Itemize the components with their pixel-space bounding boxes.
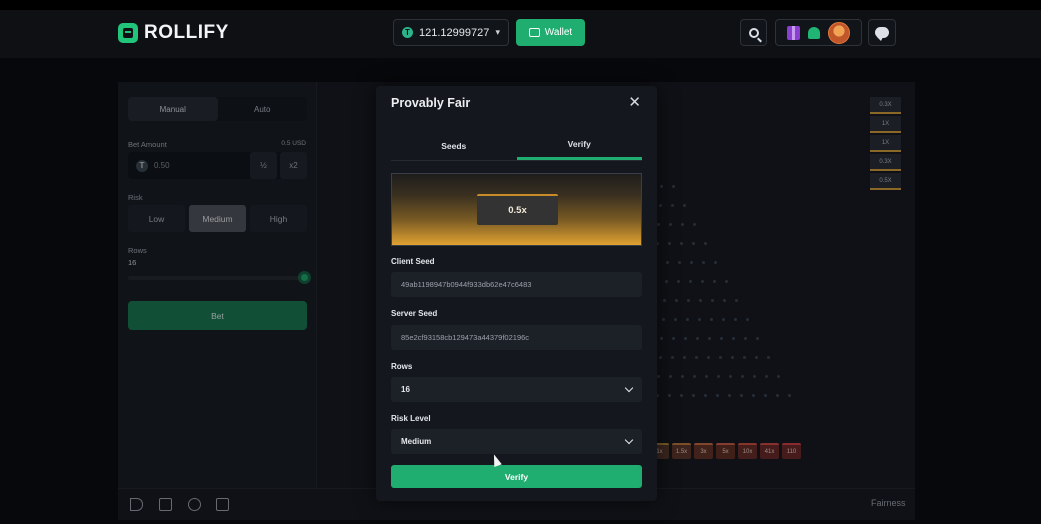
chat-icon xyxy=(875,27,889,41)
avatar[interactable] xyxy=(828,21,850,44)
chevron-down-icon: ▾ xyxy=(495,27,500,37)
chevron-down-icon xyxy=(624,435,634,445)
provably-fair-modal: Provably Fair ✕ Seeds Verify 0.5x Client… xyxy=(376,86,657,501)
chat-button[interactable] xyxy=(868,19,896,46)
logo-icon xyxy=(118,23,138,43)
rows-select-label: Rows xyxy=(391,362,413,371)
tab-seeds[interactable]: Seeds xyxy=(391,131,517,160)
search-button[interactable] xyxy=(740,19,767,46)
server-seed-label: Server Seed xyxy=(391,309,438,318)
tether-coin-icon: T xyxy=(402,27,413,38)
window-top-strip xyxy=(0,0,1041,10)
gift-icon[interactable] xyxy=(787,25,800,40)
search-icon xyxy=(748,27,759,38)
chevron-down-icon xyxy=(624,383,634,393)
user-actions-group xyxy=(775,19,862,46)
result-preview: 0.5x xyxy=(391,173,642,246)
risk-level-value: Medium xyxy=(401,437,432,446)
wallet-label: Wallet xyxy=(544,27,573,38)
risk-level-label: Risk Level xyxy=(391,414,431,423)
wallet-icon xyxy=(528,28,540,37)
verify-button[interactable]: Verify xyxy=(391,465,642,488)
balance-selector[interactable]: T 121.12999727 ▾ xyxy=(393,19,509,46)
wallet-button[interactable]: Wallet xyxy=(516,19,585,46)
bell-icon[interactable] xyxy=(808,26,820,39)
top-header: ROLLIFY T 121.12999727 ▾ Wallet xyxy=(0,10,1041,58)
result-multiplier: 0.5x xyxy=(477,194,558,225)
risk-level-select[interactable]: Medium xyxy=(391,429,642,454)
close-icon[interactable]: ✕ xyxy=(628,95,641,110)
brand-logo[interactable]: ROLLIFY xyxy=(118,22,229,44)
client-seed-field[interactable]: 49ab1198947b0944f933db62e47c6483 xyxy=(391,272,642,297)
client-seed-label: Client Seed xyxy=(391,257,435,266)
rows-select-value: 16 xyxy=(401,385,410,394)
server-seed-field[interactable]: 85e2cf93158cb129473a44379f02196c xyxy=(391,325,642,350)
tab-verify[interactable]: Verify xyxy=(516,131,642,160)
modal-tabs: Seeds Verify xyxy=(391,131,642,161)
balance-amount: 121.12999727 xyxy=(419,26,490,39)
brand-name: ROLLIFY xyxy=(144,22,229,43)
modal-title: Provably Fair xyxy=(391,96,471,110)
rows-select[interactable]: 16 xyxy=(391,377,642,402)
